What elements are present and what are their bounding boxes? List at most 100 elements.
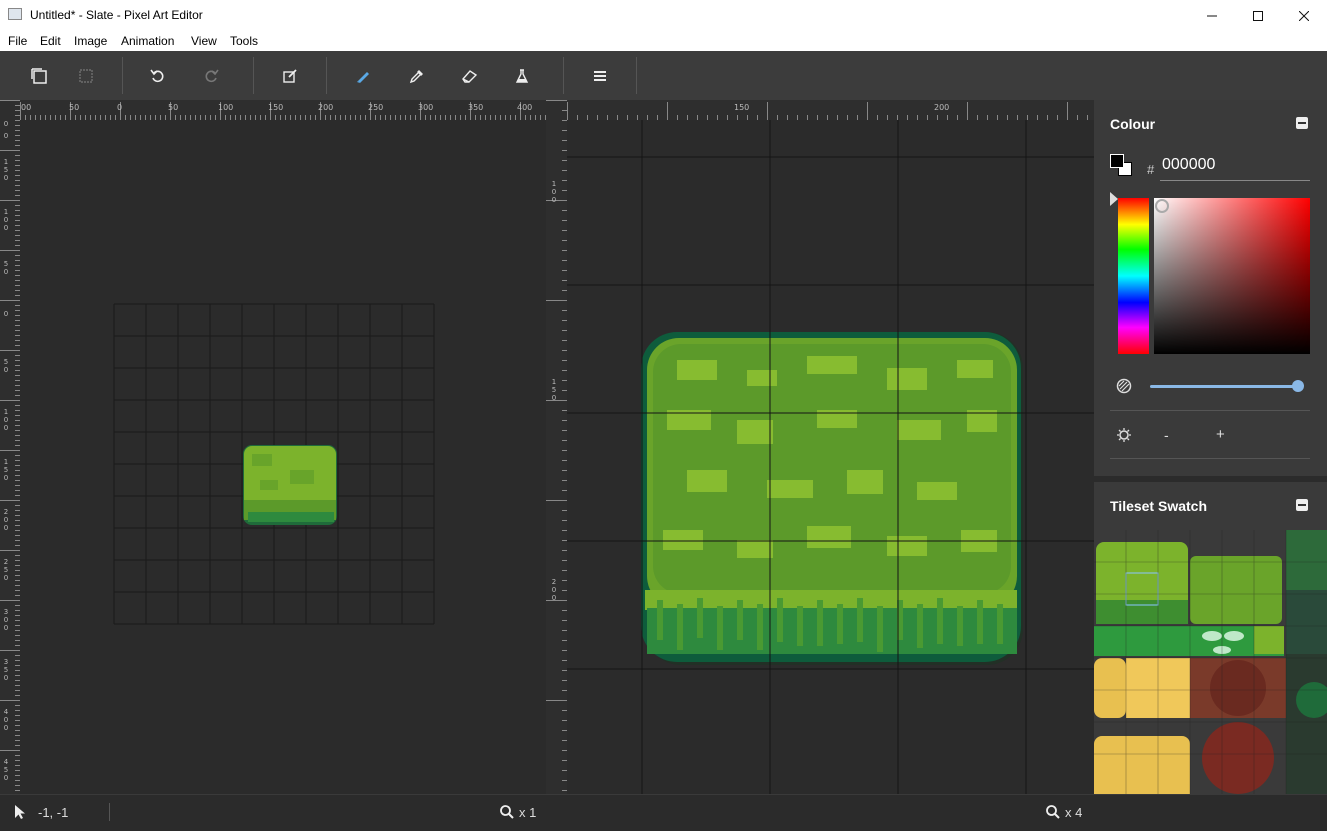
pane-splitter[interactable]: 1 0 0 1 5 0 2 0 0 bbox=[546, 100, 567, 794]
ruler-label: 300 bbox=[418, 103, 434, 112]
tileset-panel-collapse-button[interactable] bbox=[1296, 499, 1308, 511]
pen-icon bbox=[357, 72, 369, 83]
ruler-label: 4 0 0 bbox=[3, 708, 9, 732]
ruler-label: 150 bbox=[268, 103, 284, 112]
status-separator bbox=[109, 803, 110, 821]
edit-button[interactable] bbox=[275, 61, 305, 91]
ruler-label: 0 bbox=[117, 103, 123, 112]
left-side-ruler: 0 0 1 5 0 1 0 0 5 0 0 5 0 1 0 0 1 5 0 2 … bbox=[0, 100, 20, 794]
image-size-button[interactable] bbox=[71, 61, 101, 91]
ruler-label: 2 0 0 bbox=[3, 508, 9, 532]
brightness-icon bbox=[1116, 427, 1132, 448]
toolbar-separator bbox=[636, 57, 637, 94]
redo-button[interactable] bbox=[196, 61, 226, 91]
ruler-label: 1 0 0 bbox=[3, 408, 9, 432]
canvas-pane-zoom-1[interactable] bbox=[20, 120, 546, 794]
tool-menu-button[interactable] bbox=[585, 61, 615, 91]
panel-separator bbox=[1094, 476, 1327, 482]
toolbar-separator bbox=[563, 57, 564, 94]
eraser-tool-button[interactable] bbox=[454, 61, 484, 91]
menu-tools[interactable]: Tools bbox=[230, 34, 258, 48]
ruler-label: 00 bbox=[21, 103, 32, 112]
lightness-decrease-button[interactable]: - bbox=[1164, 427, 1169, 443]
primary-color-swatch[interactable] bbox=[1110, 154, 1124, 168]
ruler-label: 3 0 0 bbox=[3, 608, 9, 632]
ruler-ticks bbox=[567, 102, 1088, 120]
ruler-ticks bbox=[546, 100, 567, 791]
toolbar-separator bbox=[326, 57, 327, 94]
lightness-increase-button[interactable]: + bbox=[1216, 426, 1225, 443]
ruler-label: 3 5 0 bbox=[3, 658, 9, 682]
canvas-pane-zoom-4[interactable] bbox=[567, 120, 1094, 794]
tileset-swatch[interactable] bbox=[1094, 530, 1327, 794]
menu-file[interactable]: File bbox=[8, 34, 27, 48]
ruler-label: 2 5 0 bbox=[3, 558, 9, 582]
undo-icon bbox=[150, 69, 164, 83]
ruler-label: 100 bbox=[218, 103, 234, 112]
title-bar: Untitled* - Slate - Pixel Art Editor bbox=[0, 0, 1327, 31]
ruler-label: 0 bbox=[3, 310, 9, 318]
maximize-icon bbox=[1253, 10, 1263, 21]
menu-animation[interactable]: Animation bbox=[121, 34, 174, 48]
saturation-lightness-picker[interactable] bbox=[1154, 198, 1310, 354]
fill-tool-button[interactable] bbox=[507, 61, 537, 91]
colour-panel-title: Colour bbox=[1110, 116, 1156, 132]
menu-image[interactable]: Image bbox=[74, 34, 107, 48]
app-icon bbox=[8, 8, 22, 20]
ruler-label: 0 bbox=[3, 132, 9, 140]
ruler-label: 1 5 0 bbox=[3, 158, 9, 182]
toolbar-separator bbox=[253, 57, 254, 94]
opacity-slider-handle[interactable] bbox=[1292, 380, 1304, 392]
menu-view[interactable]: View bbox=[191, 34, 217, 48]
tileset-panel-title: Tileset Swatch bbox=[1110, 498, 1208, 514]
zoom-left-icon bbox=[500, 805, 514, 822]
ruler-label: 350 bbox=[468, 103, 484, 112]
ruler-label: 1 5 0 bbox=[3, 458, 9, 482]
colour-panel-collapse-button[interactable] bbox=[1296, 117, 1308, 129]
menu-edit[interactable]: Edit bbox=[40, 34, 61, 48]
hue-slider[interactable] bbox=[1118, 198, 1149, 354]
zoom-level-right: x 4 bbox=[1065, 805, 1083, 820]
ruler-label: 400 bbox=[517, 103, 533, 112]
tile-grid bbox=[113, 303, 435, 625]
canvas-size-icon bbox=[31, 68, 47, 84]
divider bbox=[1110, 410, 1310, 411]
opacity-icon bbox=[1116, 378, 1132, 399]
close-button[interactable] bbox=[1281, 0, 1327, 31]
tile-grid-zoomed bbox=[567, 120, 1094, 794]
toolbar bbox=[0, 51, 1327, 101]
maximize-button[interactable] bbox=[1235, 0, 1281, 31]
minus-icon bbox=[1298, 122, 1306, 124]
ruler-label: 1 0 0 bbox=[551, 180, 557, 204]
hue-slider-handle[interactable] bbox=[1110, 192, 1118, 206]
minimize-icon bbox=[1207, 15, 1217, 16]
image-size-icon bbox=[79, 69, 93, 83]
hex-color-input[interactable]: 000000 bbox=[1162, 156, 1215, 174]
cursor-position: -1, -1 bbox=[38, 805, 69, 820]
eyedropper-tool-button[interactable] bbox=[402, 61, 432, 91]
ruler-label: 50 bbox=[69, 103, 80, 112]
color-swatch-pair[interactable] bbox=[1110, 154, 1132, 176]
ruler-label: 0 bbox=[3, 120, 9, 128]
ruler-label: 50 bbox=[168, 103, 179, 112]
ruler-label: 1 0 0 bbox=[3, 208, 9, 232]
grass-tile-small bbox=[243, 445, 337, 525]
ruler-label: 1 5 0 bbox=[551, 378, 557, 402]
opacity-slider[interactable] bbox=[1150, 385, 1298, 388]
canvas-size-button[interactable] bbox=[24, 61, 54, 91]
minimize-button[interactable] bbox=[1189, 0, 1235, 31]
toolbar-separator bbox=[122, 57, 123, 94]
divider bbox=[1110, 458, 1310, 459]
zoom-level-left: x 1 bbox=[519, 805, 537, 820]
close-icon bbox=[1299, 10, 1309, 21]
ruler-label: 200 bbox=[934, 103, 950, 112]
cursor-pointer-icon bbox=[14, 804, 26, 823]
menu-icon bbox=[594, 71, 606, 81]
color-picker-cursor[interactable] bbox=[1155, 199, 1169, 213]
undo-button[interactable] bbox=[143, 61, 173, 91]
status-bar: -1, -1 x 1 x 4 bbox=[0, 794, 1327, 831]
grass-tile-large bbox=[641, 332, 1023, 665]
pen-tool-button[interactable] bbox=[348, 61, 378, 91]
left-top-ruler: 00 50 0 50 100 150 200 250 300 350 400 bbox=[20, 100, 546, 120]
ruler-label: 5 0 bbox=[3, 260, 9, 276]
